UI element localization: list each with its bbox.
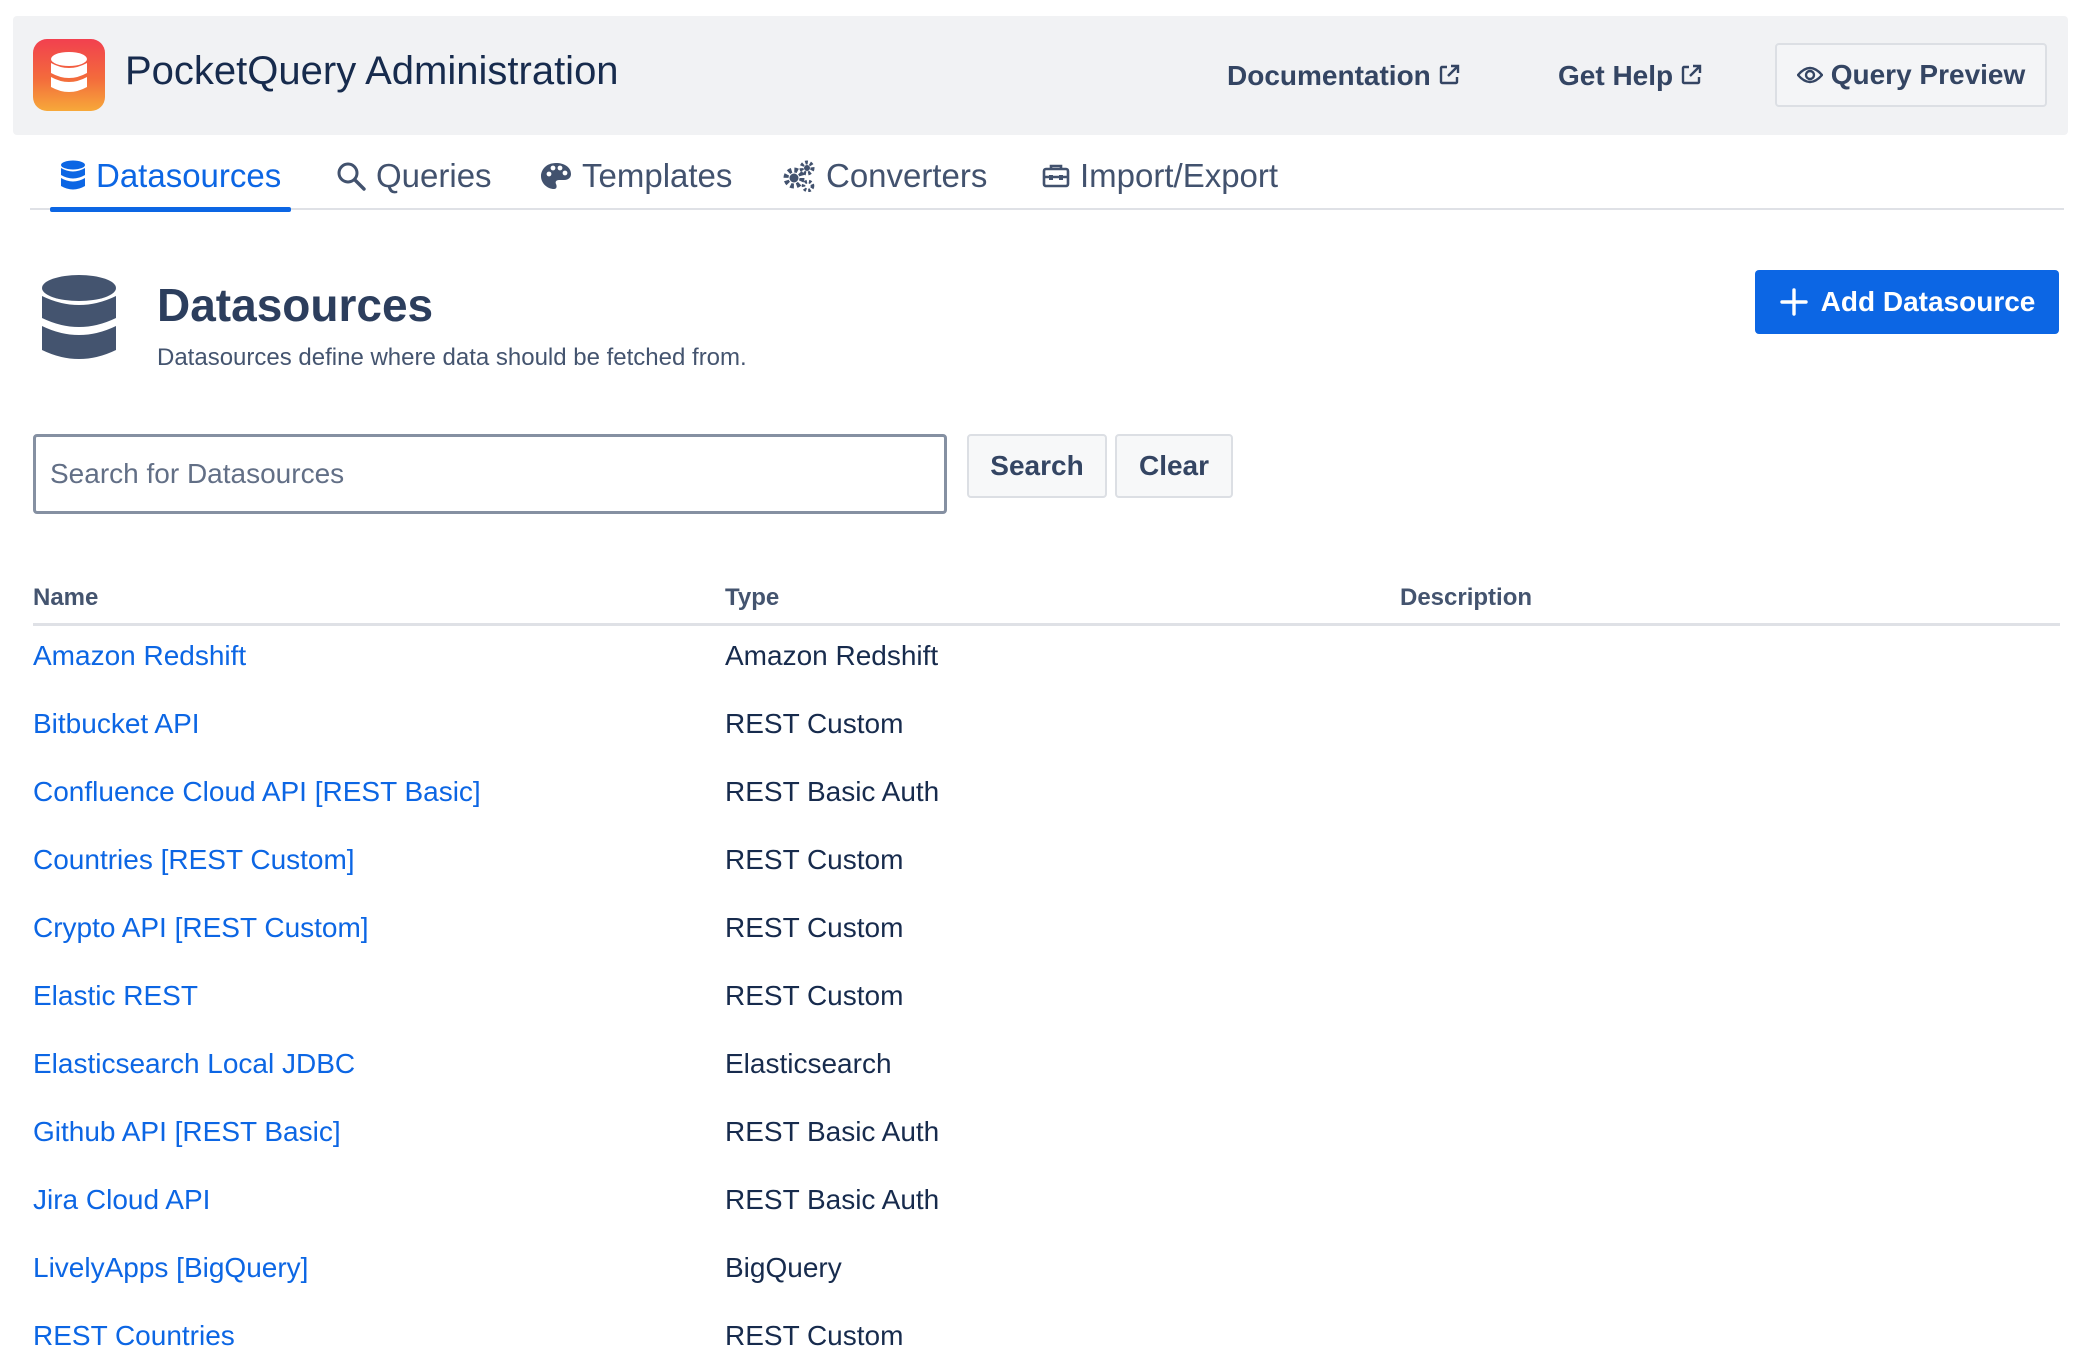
query-preview-button[interactable]: Query Preview — [1775, 43, 2047, 107]
table-row: Countries [REST Custom] REST Custom — [33, 830, 2060, 898]
tab-datasources-label: Datasources — [96, 157, 282, 194]
external-link-icon — [1681, 64, 1702, 85]
get-help-link-label: Get Help — [1558, 60, 1674, 91]
tab-import-export-label: Import/Export — [1080, 157, 1279, 194]
datasource-name-link[interactable]: Countries [REST Custom] — [33, 844, 355, 876]
datasource-name-link[interactable]: Elasticsearch Local JDBC — [33, 1048, 355, 1080]
column-header-name[interactable]: Name — [33, 584, 98, 612]
tab-converters[interactable]: Converters — [782, 142, 987, 210]
datasource-type: BigQuery — [725, 1252, 842, 1283]
search-icon — [337, 162, 366, 191]
tab-templates[interactable]: Templates — [540, 142, 732, 210]
admin-tabs: Datasources Queries Templates Converters… — [30, 142, 2064, 212]
page-title: Datasources — [157, 279, 434, 331]
external-link-icon — [1439, 64, 1459, 85]
search-button[interactable]: Search — [967, 434, 1107, 498]
table-row: REST Countries REST Custom — [33, 1306, 2060, 1364]
table-row: Elastic REST REST Custom — [33, 966, 2060, 1034]
gears-icon — [783, 160, 815, 192]
tab-import-export[interactable]: Import/Export — [1042, 142, 1278, 210]
datasource-name-link[interactable]: Crypto API [REST Custom] — [33, 912, 369, 944]
datasource-name-link[interactable]: REST Countries — [33, 1320, 235, 1352]
query-preview-label: Query Preview — [1830, 59, 2026, 90]
table-row: Amazon Redshift Amazon Redshift — [33, 626, 2060, 694]
documentation-link-label: Documentation — [1227, 60, 1431, 91]
eye-icon — [1796, 66, 1823, 84]
datasource-name-link[interactable]: Bitbucket API — [33, 708, 200, 740]
toolbox-icon — [1042, 164, 1070, 188]
pocketquery-admin-page: PocketQuery Administration Documentation… — [0, 0, 2080, 1364]
datasource-type: REST Custom — [725, 844, 904, 875]
tab-queries[interactable]: Queries — [336, 142, 492, 210]
datasource-name-link[interactable]: Github API [REST Basic] — [33, 1116, 341, 1148]
app-header: PocketQuery Administration Documentation… — [13, 16, 2068, 135]
add-datasource-button[interactable]: Add Datasource — [1755, 270, 2059, 334]
datasource-name-link[interactable]: Amazon Redshift — [33, 640, 246, 672]
datasource-type: REST Custom — [725, 708, 904, 739]
palette-icon — [541, 163, 571, 189]
table-row: Crypto API [REST Custom] REST Custom — [33, 898, 2060, 966]
datasource-name-link[interactable]: Elastic REST — [33, 980, 198, 1012]
datasources-table: Name Type Description Amazon Redshift Am… — [33, 578, 2060, 1364]
datasource-type: REST Custom — [725, 980, 904, 1011]
datasource-type: Amazon Redshift — [725, 640, 939, 671]
tab-datasources[interactable]: Datasources — [50, 142, 292, 212]
datasource-type: REST Basic Auth — [725, 1116, 940, 1147]
table-row: Elasticsearch Local JDBC Elasticsearch — [33, 1034, 2060, 1102]
datasource-type: REST Custom — [725, 1320, 904, 1351]
database-icon — [51, 52, 87, 92]
column-header-type[interactable]: Type — [725, 584, 779, 612]
datasource-name-link[interactable]: Jira Cloud API — [33, 1184, 210, 1216]
database-icon — [61, 160, 85, 190]
get-help-link[interactable]: Get Help — [1558, 60, 1703, 92]
datasource-name-link[interactable]: Confluence Cloud API [REST Basic] — [33, 776, 481, 808]
table-row: Github API [REST Basic] REST Basic Auth — [33, 1102, 2060, 1170]
datasource-name-link[interactable]: LivelyApps [BigQuery] — [33, 1252, 308, 1284]
table-header: Name Type Description — [33, 578, 2060, 626]
search-input[interactable] — [33, 434, 947, 514]
add-datasource-label: Add Datasource — [1820, 286, 2036, 317]
plus-icon — [1779, 288, 1808, 316]
table-row: Bitbucket API REST Custom — [33, 694, 2060, 762]
datasource-type: REST Basic Auth — [725, 776, 940, 807]
table-body: Amazon Redshift Amazon Redshift Bitbucke… — [33, 626, 2060, 1364]
datasource-type: REST Custom — [725, 912, 904, 943]
tab-templates-label: Templates — [582, 157, 733, 194]
tab-converters-label: Converters — [826, 157, 988, 194]
column-header-description[interactable]: Description — [1400, 584, 1532, 612]
table-row: Jira Cloud API REST Basic Auth — [33, 1170, 2060, 1238]
page-subtitle: Datasources define where data should be … — [157, 344, 747, 371]
documentation-link[interactable]: Documentation — [1227, 60, 1461, 92]
datasource-type: REST Basic Auth — [725, 1184, 940, 1215]
app-title: PocketQuery Administration — [125, 49, 619, 93]
app-logo — [33, 39, 105, 111]
clear-button[interactable]: Clear — [1115, 434, 1233, 498]
table-row: Confluence Cloud API [REST Basic] REST B… — [33, 762, 2060, 830]
database-icon — [42, 275, 116, 359]
datasource-type: Elasticsearch — [725, 1048, 892, 1079]
tab-queries-label: Queries — [376, 157, 492, 194]
table-row: LivelyApps [BigQuery] BigQuery — [33, 1238, 2060, 1306]
